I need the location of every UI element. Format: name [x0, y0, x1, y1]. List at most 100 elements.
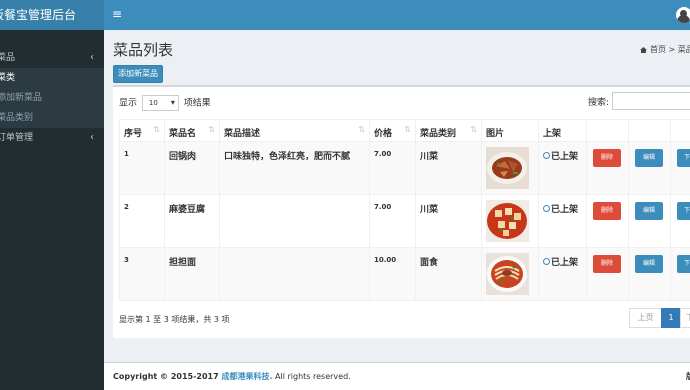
sidebar-item-label: 订单管理: [0, 133, 34, 143]
row-desc: [219, 194, 370, 248]
sort-asc-icon: ⇅: [153, 125, 160, 134]
row-price: 10.00: [369, 247, 416, 301]
table-row: 3 担担面 10.00 面食 已上架 删除 编辑 下: [119, 247, 690, 301]
app-brand[interactable]: 饭餐宝管理后台: [0, 0, 104, 30]
table-header-row: 序号 ⇅ 菜品名 ⇅ 菜品描述 ⇅ 价格 ⇅ 菜品类别 ⇅ 图片 上架: [119, 119, 690, 142]
dish-table: 序号 ⇅ 菜品名 ⇅ 菜品描述 ⇅ 价格 ⇅ 菜品类别 ⇅ 图片 上架 1 回锅肉 口味独…: [119, 119, 690, 301]
row-status: 已上架: [538, 194, 587, 248]
unlist-button[interactable]: 下: [677, 255, 690, 273]
row-image-cell: [481, 247, 539, 301]
status-circle-icon: [543, 258, 550, 265]
sidebar-item-label: 菜品类别: [0, 113, 34, 123]
row-price: 7.00: [369, 194, 416, 248]
column-header-image: 图片: [481, 119, 539, 142]
sidebar-item-orders[interactable]: 订单管理 ‹: [0, 128, 104, 148]
row-other-cell: 下: [670, 141, 690, 195]
prev-page-button[interactable]: 上页: [629, 308, 662, 328]
sidebar-item-label: 菜品: [0, 53, 16, 63]
column-header-actions: [628, 119, 671, 142]
row-image-cell: [481, 194, 539, 248]
column-header-actions: [586, 119, 629, 142]
row-name: 回锅肉: [164, 141, 220, 195]
column-header-actions: [670, 119, 690, 142]
status-circle-icon: [543, 152, 550, 159]
row-name: 麻婆豆腐: [164, 194, 220, 248]
row-status: 已上架: [538, 247, 587, 301]
column-header-price[interactable]: 价格 ⇅: [369, 119, 416, 142]
footer-version: 版: [686, 363, 690, 390]
breadcrumb-home[interactable]: 首页: [650, 45, 666, 54]
row-desc: [219, 247, 370, 301]
sidebar-item-dishes[interactable]: 菜品 ‹: [0, 48, 104, 68]
row-edit-cell: 编辑: [628, 247, 671, 301]
dish-image-twice-cooked-pork: [486, 147, 529, 189]
sidebar-item-dish-types[interactable]: 菜类: [0, 68, 104, 88]
sidebar-item-dish-categories[interactable]: 菜品类别: [0, 108, 104, 128]
table-row: 1 回锅肉 口味独特，色泽红亮，肥而不腻 7.00 川菜 已上架 删除 编辑 下: [119, 141, 690, 195]
row-name: 担担面: [164, 247, 220, 301]
column-header-category[interactable]: 菜品类别 ⇅: [415, 119, 482, 142]
page-length-select[interactable]: 10: [141, 95, 179, 111]
chevron-left-icon: ‹: [90, 52, 94, 63]
column-header-desc[interactable]: 菜品描述 ⇅: [219, 119, 370, 142]
edit-button[interactable]: 编辑: [635, 255, 663, 273]
top-header: ≡: [104, 0, 690, 30]
row-id: 3: [119, 247, 165, 301]
column-header-status: 上架: [538, 119, 587, 142]
pagination-info: 显示第 1 至 3 项结果，共 3 项: [119, 315, 230, 324]
user-avatar[interactable]: [676, 7, 690, 23]
delete-button[interactable]: 删除: [593, 255, 621, 273]
row-id: 2: [119, 194, 165, 248]
status-circle-icon: [543, 205, 550, 212]
footer-copyright: Copyright © 2015-2017: [113, 372, 222, 381]
row-id: 1: [119, 141, 165, 195]
dish-table-box: 显示 10 项结果 搜索: 序号⇅ 菜品名⇅ 菜品描述⇅ 价格⇅ 菜品类别⇅ 图…: [113, 85, 690, 338]
row-category: 面食: [415, 247, 482, 301]
sort-icon: ⇅: [208, 125, 215, 134]
unlist-button[interactable]: 下: [677, 149, 690, 167]
breadcrumb: 首页 > 菜品: [640, 44, 690, 55]
add-dish-button[interactable]: 添加新菜品: [113, 65, 163, 83]
dish-image-dandan-noodles: [486, 253, 529, 295]
sort-icon: ⇅: [404, 125, 411, 134]
sidebar-item-add-dish[interactable]: 添加新菜品: [0, 88, 104, 108]
row-category: 川菜: [415, 141, 482, 195]
page-length-suffix: 项结果: [183, 98, 211, 109]
row-delete-cell: 删除: [586, 194, 629, 248]
row-image-cell: [481, 141, 539, 195]
search-label: 搜索:: [588, 98, 610, 108]
row-desc: 口味独特，色泽红亮，肥而不腻: [219, 141, 370, 195]
dish-image-mapo-tofu: [486, 200, 529, 242]
row-status: 已上架: [538, 141, 587, 195]
sort-icon: ⇅: [358, 125, 365, 134]
sidebar-item-label: 添加新菜品: [0, 93, 43, 103]
table-row: 2 麻婆豆腐 7.00 川菜 已上架 删除 编辑 下: [119, 194, 690, 248]
edit-button[interactable]: 编辑: [635, 202, 663, 220]
page-1-button[interactable]: 1: [661, 308, 681, 328]
column-header-name[interactable]: 菜品名 ⇅: [164, 119, 220, 142]
unlist-button[interactable]: 下: [677, 202, 690, 220]
footer-company-link[interactable]: 成都港果科技.: [221, 372, 272, 381]
next-page-button[interactable]: 下: [680, 308, 690, 328]
edit-button[interactable]: 编辑: [635, 149, 663, 167]
breadcrumb-current: 菜品: [677, 45, 690, 54]
row-other-cell: 下: [670, 247, 690, 301]
search-input[interactable]: [612, 92, 690, 110]
delete-button[interactable]: 删除: [593, 149, 621, 167]
row-edit-cell: 编辑: [628, 141, 671, 195]
column-header-id[interactable]: 序号 ⇅: [119, 119, 165, 142]
row-other-cell: 下: [670, 194, 690, 248]
chevron-left-icon: ‹: [90, 132, 94, 143]
delete-button[interactable]: 删除: [593, 202, 621, 220]
sidebar-submenu: 菜类 添加新菜品 菜品类别: [0, 68, 104, 128]
row-category: 川菜: [415, 194, 482, 248]
footer-rights: All rights reserved.: [272, 372, 351, 381]
row-delete-cell: 删除: [586, 141, 629, 195]
row-delete-cell: 删除: [586, 247, 629, 301]
home-icon: [640, 47, 647, 53]
menu-toggle-icon[interactable]: ≡: [112, 8, 122, 20]
main-content: 菜品列表 首页 > 菜品 添加新菜品 显示 10 项结果 搜索: 序号⇅ 菜品名…: [104, 30, 690, 360]
sidebar: 饭餐宝管理后台 菜品 ‹ 菜类 添加新菜品 菜品类别 订单管理 ‹: [0, 0, 104, 390]
footer: Copyright © 2015-2017 成都港果科技. All rights…: [104, 362, 690, 390]
